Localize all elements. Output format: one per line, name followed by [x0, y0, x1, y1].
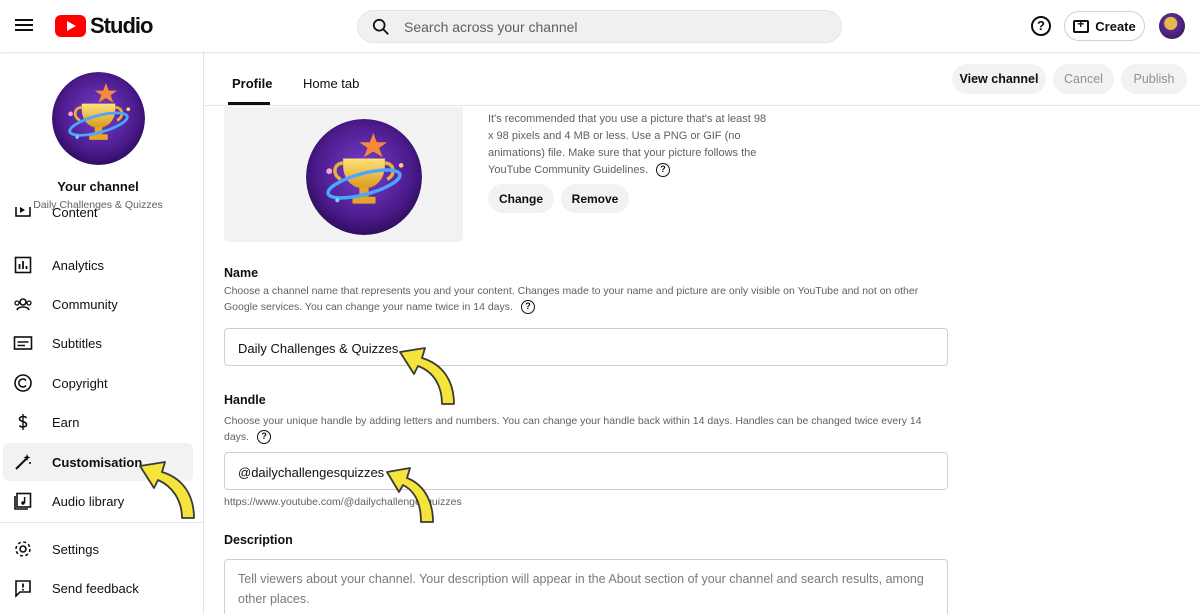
- sidebar-item-community[interactable]: Community: [3, 285, 193, 323]
- sidebar-item-settings[interactable]: Settings: [3, 530, 193, 568]
- sidebar-item-label: Send feedback: [52, 580, 139, 596]
- audio-library-icon: [14, 492, 32, 510]
- create-label: Create: [1095, 18, 1136, 34]
- tab-home[interactable]: Home tab: [303, 76, 359, 91]
- handle-url: https://www.youtube.com/@dailychallenges…: [224, 496, 462, 508]
- sidebar-item-label: Customisation: [52, 454, 143, 470]
- top-bar: Studio ? Create: [0, 0, 1200, 52]
- cancel-button[interactable]: Cancel: [1053, 64, 1114, 94]
- handle-title: Handle: [224, 393, 266, 407]
- remove-picture-button[interactable]: Remove: [561, 184, 629, 213]
- name-description: Choose a channel name that represents yo…: [224, 285, 919, 315]
- search-input[interactable]: [404, 17, 824, 37]
- handle-input[interactable]: @dailychallengesquizzes: [224, 452, 948, 490]
- channel-avatar[interactable]: [52, 72, 145, 165]
- sidebar-item-subtitles[interactable]: Subtitles: [3, 324, 193, 362]
- search-bar: [357, 10, 842, 43]
- help-icon[interactable]: ?: [520, 300, 535, 315]
- help-icon[interactable]: ?: [656, 163, 670, 178]
- tab-profile[interactable]: Profile: [232, 76, 272, 91]
- sidebar-item-analytics[interactable]: Analytics: [3, 246, 193, 284]
- sidebar-item-label: Content: [52, 207, 98, 220]
- sidebar-item-earn[interactable]: Earn: [3, 403, 193, 441]
- settings-icon: [15, 541, 31, 557]
- sidebar-item-copyright[interactable]: Copyright: [3, 364, 193, 402]
- view-channel-button[interactable]: View channel: [952, 64, 1046, 94]
- create-video-icon: [1073, 17, 1090, 33]
- sidebar-item-label: Copyright: [52, 375, 108, 391]
- sidebar-item-label: Analytics: [52, 257, 105, 273]
- create-button[interactable]: Create: [1064, 11, 1145, 41]
- name-title: Name: [224, 266, 259, 280]
- sidebar-item-label: Subtitles: [52, 335, 102, 351]
- analytics-icon: [14, 256, 32, 274]
- channel-title: Your channel: [57, 179, 139, 194]
- logo-text: Studio: [90, 13, 153, 38]
- customisation-icon: [15, 454, 31, 470]
- account-avatar[interactable]: [1159, 13, 1185, 39]
- channel-name-input[interactable]: Daily Challenges & Quizzes: [224, 328, 948, 366]
- sidebar-item-label: Audio library: [52, 493, 125, 509]
- sidebar-divider: [0, 522, 203, 523]
- hamburger-menu-icon[interactable]: [14, 16, 34, 36]
- active-tab-indicator: [228, 102, 270, 105]
- channel-picture: [306, 119, 422, 235]
- sidebar-item-audio-library[interactable]: Audio library: [3, 482, 193, 520]
- sidebar-item-send-feedback[interactable]: Send feedback: [3, 569, 193, 607]
- handle-description: Choose your unique handle by adding lett…: [224, 415, 922, 445]
- tab-bar: Profile Home tab View channel Cancel Pub…: [204, 52, 1200, 106]
- sidebar-item-customisation[interactable]: Customisation: [3, 443, 193, 481]
- subtitles-icon: [13, 336, 33, 350]
- studio-logo[interactable]: Studio: [55, 13, 153, 39]
- picture-preview-box: [224, 107, 463, 242]
- publish-button[interactable]: Publish: [1121, 64, 1187, 94]
- copyright-icon: [14, 374, 32, 392]
- change-picture-button[interactable]: Change: [488, 184, 554, 213]
- sidebar-item-label: Community: [52, 296, 118, 312]
- sidebar-item-content[interactable]: Content: [3, 207, 193, 233]
- picture-guidelines: It's recommended that you use a picture …: [488, 113, 767, 178]
- community-icon: [14, 298, 32, 311]
- help-icon[interactable]: ?: [1031, 16, 1051, 36]
- earn-icon: [18, 414, 28, 430]
- profile-form: It's recommended that you use a picture …: [204, 107, 1200, 614]
- help-icon[interactable]: ?: [257, 430, 272, 445]
- youtube-logo-icon: [55, 15, 86, 37]
- content-icon: [15, 207, 31, 217]
- sidebar-item-label: Settings: [52, 541, 99, 557]
- description-title: Description: [224, 533, 293, 547]
- feedback-icon: [15, 580, 31, 598]
- sidebar: Your channel Daily Challenges & Quizzes …: [0, 52, 204, 614]
- search-icon[interactable]: [372, 18, 390, 36]
- description-textarea[interactable]: Tell viewers about your channel. Your de…: [224, 559, 948, 614]
- sidebar-item-label: Earn: [52, 414, 80, 430]
